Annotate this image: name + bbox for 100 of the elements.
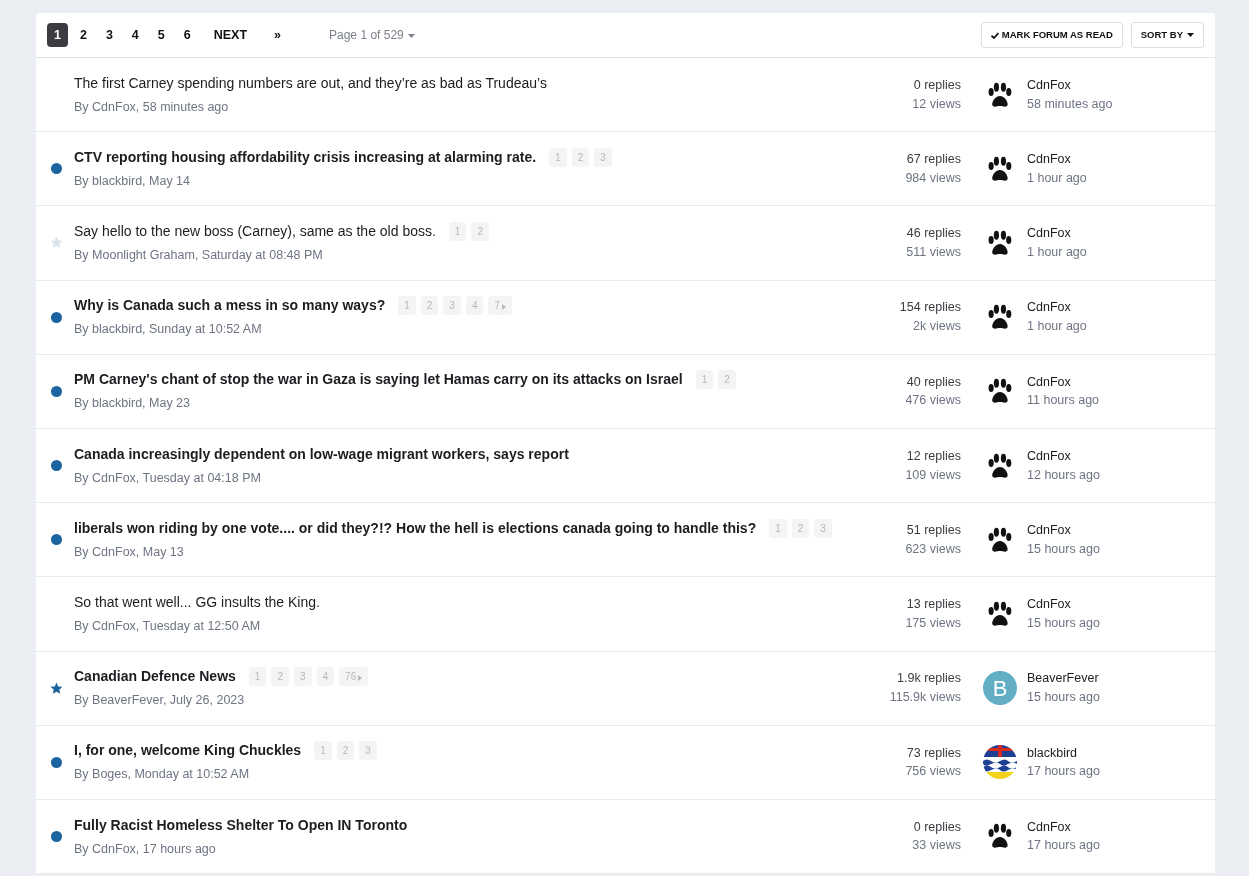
caret-icon: [407, 33, 415, 38]
reply-count: 1.9k replies: [896, 670, 961, 688]
topic-page-button[interactable]: 3: [293, 667, 312, 687]
topic-byline: By CdnFox, 17 hours ago: [74, 840, 217, 858]
view-count: 511 views: [905, 243, 961, 261]
topic-page-button[interactable]: 2: [471, 222, 489, 242]
view-count: 33 views: [911, 837, 961, 855]
flag-avatar: [983, 745, 1017, 780]
last-post-time: 1 hour ago: [1027, 169, 1088, 187]
reply-count: 12 replies: [905, 447, 961, 465]
topic-byline: By CdnFox, May 13: [74, 543, 185, 561]
topic-byline: By Moonlight Graham, Saturday at 08:48 PM: [74, 247, 324, 265]
topic-page-button[interactable]: 3: [359, 741, 377, 761]
topic-title-link[interactable]: liberals won riding by one vote.... or did they?!? How the hell is elections canada going to handle this?: [74, 517, 757, 539]
last-page-button[interactable]: »: [267, 22, 288, 48]
last-post-time: 58 minutes ago: [1027, 95, 1114, 113]
topic-byline: By blackbird, May 23: [74, 395, 192, 413]
topic-page-button[interactable]: 4: [316, 667, 335, 687]
view-count: 175 views: [904, 614, 961, 632]
page-jump-dropdown[interactable]: Page 1 of 529: [323, 25, 421, 45]
last-poster-name: CdnFox: [1027, 596, 1072, 614]
last-post-time: 15 hours ago: [1027, 689, 1101, 707]
last-poster-name: CdnFox: [1027, 225, 1072, 243]
sort-by-dropdown[interactable]: SORT BY: [1130, 21, 1204, 49]
caret-icon: [1187, 33, 1194, 38]
reply-count: 13 replies: [905, 596, 961, 614]
topic-title-link[interactable]: PM Carney's chant of stop the war in Gaza is saying let Hamas carry on its attacks on Israel: [74, 369, 683, 391]
topic-title-link[interactable]: Canada increasingly dependent on low-wage migrant workers, says report: [74, 443, 569, 465]
last-post-time: 12 hours ago: [1027, 466, 1101, 484]
reply-count: 73 replies: [905, 744, 961, 762]
page-button[interactable]: 5: [150, 22, 172, 48]
avatar-letter: B: [983, 671, 1017, 706]
topic-title-link[interactable]: CTV reporting housing affordability crisis increasing at alarming rate.: [74, 146, 537, 168]
page-button[interactable]: 1: [47, 22, 68, 48]
topic-byline: By blackbird, Sunday at 10:52 AM: [74, 321, 263, 339]
topic-title-link[interactable]: Fully Racist Homeless Shelter To Open IN Toronto: [74, 814, 408, 836]
last-post-time: 17 hours ago: [1027, 837, 1101, 855]
topic-byline: By CdnFox, 58 minutes ago: [74, 98, 230, 116]
reply-count: 46 replies: [905, 225, 961, 243]
view-count: 623 views: [904, 540, 961, 558]
topic-page-button[interactable]: 2: [718, 370, 736, 390]
last-post-time: 15 hours ago: [1027, 614, 1101, 632]
caret-icon: [502, 303, 507, 310]
topic-title-link[interactable]: The first Carney spending numbers are out, and they’re as bad as Trudeau’s: [74, 72, 547, 94]
topic-page-button[interactable]: 2: [271, 667, 289, 687]
last-poster-name: CdnFox: [1027, 151, 1072, 169]
view-count: 12 views: [911, 95, 961, 113]
last-poster-name: BeaverFever: [1027, 670, 1100, 688]
topic-title-link[interactable]: Say hello to the new boss (Carney), same as the old boss.: [74, 221, 436, 243]
topic-byline: By BeaverFever, July 26, 2023: [74, 692, 246, 710]
reply-count: 67 replies: [905, 151, 961, 169]
view-count: 984 views: [904, 169, 961, 187]
topic-page-button[interactable]: 1: [448, 222, 467, 242]
check-icon: [990, 31, 999, 39]
page-button[interactable]: 4: [124, 22, 146, 48]
last-post-time: 1 hour ago: [1027, 318, 1088, 336]
topic-page-button[interactable]: 3: [814, 518, 832, 538]
next-page-button[interactable]: NEXT: [206, 22, 255, 48]
topic-page-button[interactable]: 1: [248, 667, 267, 687]
last-poster-name: CdnFox: [1027, 373, 1072, 391]
reply-count: 154 replies: [898, 299, 961, 317]
page-button[interactable]: 2: [72, 22, 94, 48]
topic-byline: By CdnFox, Tuesday at 12:50 AM: [74, 618, 262, 636]
topic-page-button[interactable]: 1: [314, 741, 332, 761]
topic-last-page-button[interactable]: 76: [339, 667, 369, 687]
view-count: 476 views: [904, 392, 961, 410]
reply-count: 51 replies: [905, 521, 961, 539]
last-poster-name: CdnFox: [1027, 818, 1072, 836]
last-poster-name: CdnFox: [1027, 447, 1072, 465]
topic-title-link[interactable]: Canadian Defence News: [74, 666, 236, 688]
last-post-time: 1 hour ago: [1027, 243, 1088, 261]
topic-byline: By CdnFox, Tuesday at 04:18 PM: [74, 469, 262, 487]
last-post-time: 11 hours ago: [1027, 392, 1101, 410]
caret-icon: [358, 674, 363, 681]
last-post-time: 17 hours ago: [1027, 763, 1101, 781]
reply-count: 0 replies: [912, 76, 961, 94]
topic-title-link[interactable]: Why is Canada such a mess in so many ways?: [74, 295, 386, 317]
topic-title-link[interactable]: So that went well... GG insults the King.: [74, 592, 320, 614]
last-post-time: 15 hours ago: [1027, 540, 1101, 558]
topic-byline: By blackbird, May 14: [74, 172, 192, 190]
topic-page-button[interactable]: 4: [465, 296, 484, 316]
view-count: 756 views: [904, 763, 961, 781]
view-count: 115.9k views: [888, 689, 961, 707]
last-poster-name: CdnFox: [1027, 299, 1072, 317]
last-poster-name: CdnFox: [1027, 521, 1072, 539]
topic-page-button[interactable]: 1: [769, 518, 787, 538]
page-button[interactable]: 3: [98, 22, 120, 48]
topic-page-button[interactable]: 1: [695, 370, 714, 390]
topic-page-button[interactable]: 3: [594, 147, 612, 167]
view-count: 2k views: [912, 318, 961, 336]
view-count: 109 views: [904, 466, 961, 484]
mark-read-button[interactable]: MARK FORUM AS READ: [980, 21, 1123, 49]
reply-count: 0 replies: [912, 818, 961, 836]
last-poster-name: CdnFox: [1027, 76, 1072, 94]
topic-byline: By Boges, Monday at 10:52 AM: [74, 766, 251, 784]
topic-page-button[interactable]: 1: [398, 296, 416, 316]
topic-title-link[interactable]: I, for one, welcome King Chuckles: [74, 740, 302, 762]
topic-page-button[interactable]: 3: [443, 296, 461, 316]
reply-count: 40 replies: [905, 373, 961, 391]
page-button[interactable]: 6: [176, 22, 198, 48]
